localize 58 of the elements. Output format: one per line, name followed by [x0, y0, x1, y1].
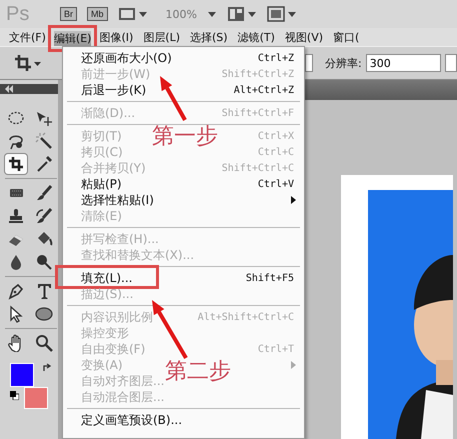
menu-item[interactable]: 还原画布大小(O) [81, 50, 172, 66]
menu-item[interactable]: 填充(L)... [55, 265, 159, 289]
shortcut-label: Ctrl+Z [258, 52, 294, 64]
menu-bar-item[interactable]: 图层(L) [140, 28, 184, 46]
dodge-icon[interactable] [35, 253, 53, 271]
shortcut-label: Shift+Ctrl+F [222, 108, 294, 118]
screen-mode-icon[interactable] [266, 6, 297, 22]
menu-item[interactable]: 定义画笔预设(B)... [81, 412, 182, 428]
crop-icon[interactable] [7, 155, 25, 173]
magic-wand-icon[interactable] [35, 132, 53, 150]
default-colors-icon[interactable] [10, 391, 19, 400]
crop-tool-icon[interactable] [14, 54, 42, 72]
shortcut-label: Shift+F5 [246, 272, 294, 284]
zoom-level: 100% [166, 8, 197, 20]
input-field[interactable] [444, 54, 457, 72]
input-field[interactable] [305, 54, 313, 72]
ellipse-icon[interactable] [35, 305, 53, 323]
shortcut-label: Alt+Shift+Ctrl+C [198, 312, 294, 322]
annotation-label: 第二步 [165, 360, 231, 384]
stamp-icon[interactable] [7, 207, 25, 225]
shortcut-label: Ctrl+C [258, 146, 294, 158]
menu-bar-item[interactable]: 窗口( [330, 28, 362, 46]
arrow [152, 300, 188, 360]
eyedropper-icon[interactable] [35, 155, 53, 173]
app-logo: Ps [6, 2, 30, 26]
resolution-label: 分辨率: [325, 56, 362, 70]
resolution-field[interactable]: 300 [366, 54, 441, 72]
shortcut-label: Ctrl+X [258, 130, 294, 142]
shortcut-label: Shift+Ctrl+Z [222, 68, 294, 80]
shortcut-label: Ctrl+T [258, 344, 294, 354]
foreground-color-swatch[interactable] [10, 363, 34, 387]
background-color-swatch[interactable] [24, 387, 48, 409]
app-button[interactable]: Mb [87, 7, 108, 21]
view-extras-icon[interactable] [118, 6, 148, 22]
menu-item[interactable]: 选择性粘贴(I) [81, 192, 154, 208]
menu-item[interactable]: 后退一步(K) [81, 82, 146, 98]
brush-icon[interactable] [35, 184, 53, 202]
shortcut-label: Shift+Ctrl+C [222, 162, 294, 174]
type-icon[interactable] [35, 282, 53, 300]
menu-bar-item[interactable]: 滤镜(T) [234, 28, 278, 46]
menu-bar-item[interactable]: 视图(V) [282, 28, 326, 46]
shortcut-label: Alt+Ctrl+Z [234, 84, 294, 96]
swap-icon[interactable] [42, 363, 52, 373]
menu-item[interactable]: 粘贴(P) [81, 176, 122, 192]
menu-bar-item[interactable]: 文件(F) [6, 28, 49, 46]
shortcut-label: Ctrl+V [258, 178, 294, 190]
pen-icon[interactable] [7, 282, 25, 300]
collapse-icon[interactable] [4, 85, 14, 93]
history-brush-icon[interactable] [35, 207, 53, 225]
menu-bar-item[interactable]: 选择(S) [187, 28, 231, 46]
annotation-label: 第一步 [152, 125, 218, 149]
menu-bar-item[interactable]: 图像(I) [96, 28, 136, 46]
arrow [160, 76, 187, 121]
marquee-icon[interactable] [7, 109, 25, 127]
zoom-icon[interactable] [35, 334, 53, 352]
move-icon[interactable] [35, 109, 53, 127]
arrange-documents-icon[interactable] [226, 6, 257, 22]
app-button[interactable]: Br [60, 7, 77, 21]
